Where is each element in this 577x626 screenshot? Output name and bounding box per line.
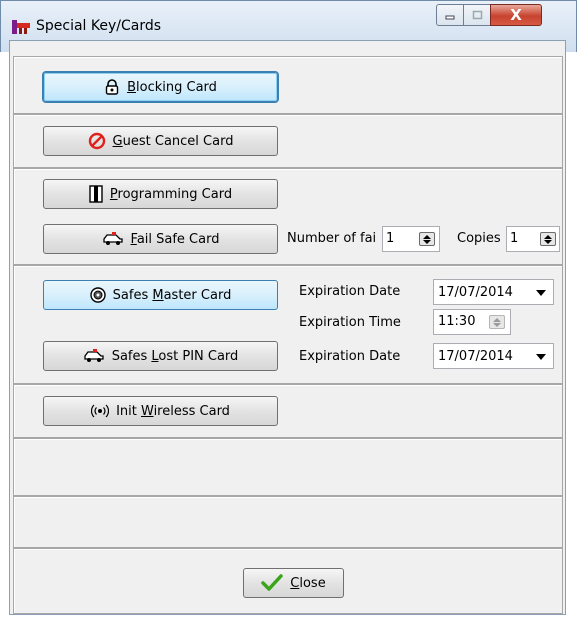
blocking-card-label: Blocking Card <box>127 79 217 95</box>
checkmark-icon <box>261 574 284 592</box>
car-icon <box>83 349 105 363</box>
number-of-failsafe-label: Number of fai <box>287 231 377 246</box>
stepper-arrows-icon[interactable] <box>540 232 556 246</box>
wireless-icon <box>91 404 110 418</box>
chevron-down-icon[interactable] <box>536 354 546 360</box>
dialog-window: Special Key/Cards X Blocking Card Guest … <box>0 0 577 626</box>
close-button[interactable]: Close <box>243 568 344 598</box>
window-title: Special Key/Cards <box>36 18 162 34</box>
copies-label: Copies <box>457 231 501 246</box>
master-expiration-date-label: Expiration Date <box>299 284 401 299</box>
master-expiration-time-stepper[interactable]: 11:30 <box>433 309 511 335</box>
minimize-button[interactable] <box>436 4 464 26</box>
safes-lost-pin-card-button[interactable]: Safes Lost PIN Card <box>43 341 278 371</box>
fail-safe-card-button[interactable]: Fail Safe Card <box>43 224 278 254</box>
safes-master-card-label: Safes Master Card <box>112 287 232 303</box>
init-wireless-card-label: Init Wireless Card <box>116 403 230 419</box>
copies-value: 1 <box>510 231 519 246</box>
number-of-failsafe-stepper[interactable]: 1 <box>382 226 440 252</box>
number-of-failsafe-value: 1 <box>386 231 395 246</box>
master-expiration-time-value: 11:30 <box>438 314 476 329</box>
guest-cancel-card-label: Guest Cancel Card <box>112 133 234 149</box>
programming-card-button[interactable]: Programming Card <box>43 179 278 209</box>
programming-card-label: Programming Card <box>109 186 233 202</box>
close-icon: X <box>510 6 522 24</box>
fail-safe-card-label: Fail Safe Card <box>130 231 220 247</box>
group-empty-2 <box>13 496 563 548</box>
maximize-button[interactable] <box>463 4 491 26</box>
card-icon <box>89 185 103 203</box>
lock-icon <box>104 79 120 95</box>
car-icon <box>102 232 124 246</box>
master-expiration-date-dropdown[interactable]: 17/07/2014 <box>433 279 554 305</box>
init-wireless-card-button[interactable]: Init Wireless Card <box>43 396 278 426</box>
lost-pin-expiration-date-value: 17/07/2014 <box>438 348 513 364</box>
lost-pin-expiration-date-label: Expiration Date <box>299 349 401 364</box>
stepper-arrows-icon[interactable] <box>419 232 435 246</box>
master-expiration-date-value: 17/07/2014 <box>438 284 513 300</box>
minimize-icon <box>445 15 455 20</box>
maximize-icon <box>472 10 482 20</box>
close-button-label: Close <box>290 575 326 591</box>
safe-dial-icon <box>89 287 106 303</box>
master-expiration-time-label: Expiration Time <box>299 315 401 330</box>
guest-cancel-card-button[interactable]: Guest Cancel Card <box>43 126 278 156</box>
stepper-arrows-icon[interactable] <box>489 315 505 329</box>
safes-lost-pin-card-label: Safes Lost PIN Card <box>111 348 239 364</box>
copies-stepper[interactable]: 1 <box>506 226 560 252</box>
app-icon <box>12 18 30 34</box>
lost-pin-expiration-date-dropdown[interactable]: 17/07/2014 <box>433 343 554 369</box>
close-window-button[interactable]: X <box>490 4 542 26</box>
chevron-down-icon[interactable] <box>536 290 546 296</box>
group-empty-1 <box>13 438 563 496</box>
safes-master-card-button[interactable]: Safes Master Card <box>43 280 278 310</box>
blocking-card-button[interactable]: Blocking Card <box>43 72 278 102</box>
prohibited-icon <box>88 132 106 150</box>
